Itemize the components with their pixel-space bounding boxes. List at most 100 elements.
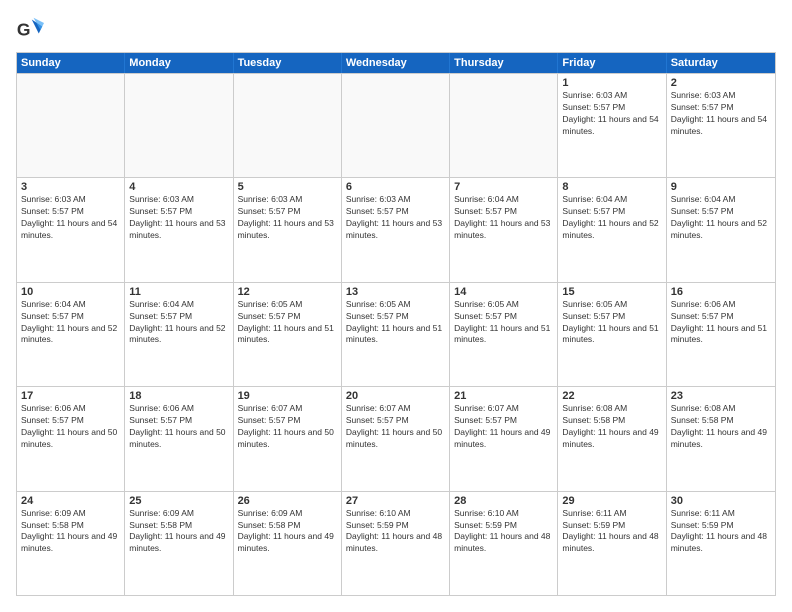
day-13: 13Sunrise: 6:05 AM Sunset: 5:57 PM Dayli… bbox=[342, 283, 450, 386]
day-info-13: Sunrise: 6:05 AM Sunset: 5:57 PM Dayligh… bbox=[346, 299, 445, 347]
day-number-15: 15 bbox=[562, 286, 661, 298]
day-number-25: 25 bbox=[129, 495, 228, 507]
day-number-10: 10 bbox=[21, 286, 120, 298]
day-8: 8Sunrise: 6:04 AM Sunset: 5:57 PM Daylig… bbox=[558, 178, 666, 281]
day-20: 20Sunrise: 6:07 AM Sunset: 5:57 PM Dayli… bbox=[342, 387, 450, 490]
day-number-2: 2 bbox=[671, 77, 771, 89]
day-info-14: Sunrise: 6:05 AM Sunset: 5:57 PM Dayligh… bbox=[454, 299, 553, 347]
header: G bbox=[16, 16, 776, 44]
day-number-30: 30 bbox=[671, 495, 771, 507]
day-17: 17Sunrise: 6:06 AM Sunset: 5:57 PM Dayli… bbox=[17, 387, 125, 490]
day-19: 19Sunrise: 6:07 AM Sunset: 5:57 PM Dayli… bbox=[234, 387, 342, 490]
day-info-7: Sunrise: 6:04 AM Sunset: 5:57 PM Dayligh… bbox=[454, 194, 553, 242]
day-info-10: Sunrise: 6:04 AM Sunset: 5:57 PM Dayligh… bbox=[21, 299, 120, 347]
day-info-3: Sunrise: 6:03 AM Sunset: 5:57 PM Dayligh… bbox=[21, 194, 120, 242]
day-1: 1Sunrise: 6:03 AM Sunset: 5:57 PM Daylig… bbox=[558, 74, 666, 177]
day-21: 21Sunrise: 6:07 AM Sunset: 5:57 PM Dayli… bbox=[450, 387, 558, 490]
day-24: 24Sunrise: 6:09 AM Sunset: 5:58 PM Dayli… bbox=[17, 492, 125, 595]
day-30: 30Sunrise: 6:11 AM Sunset: 5:59 PM Dayli… bbox=[667, 492, 775, 595]
day-27: 27Sunrise: 6:10 AM Sunset: 5:59 PM Dayli… bbox=[342, 492, 450, 595]
day-info-6: Sunrise: 6:03 AM Sunset: 5:57 PM Dayligh… bbox=[346, 194, 445, 242]
header-friday: Friday bbox=[558, 53, 666, 73]
day-29: 29Sunrise: 6:11 AM Sunset: 5:59 PM Dayli… bbox=[558, 492, 666, 595]
empty-cell-0-2 bbox=[234, 74, 342, 177]
day-number-7: 7 bbox=[454, 181, 553, 193]
day-info-18: Sunrise: 6:06 AM Sunset: 5:57 PM Dayligh… bbox=[129, 403, 228, 451]
calendar-header: SundayMondayTuesdayWednesdayThursdayFrid… bbox=[17, 53, 775, 73]
day-16: 16Sunrise: 6:06 AM Sunset: 5:57 PM Dayli… bbox=[667, 283, 775, 386]
day-number-12: 12 bbox=[238, 286, 337, 298]
day-number-16: 16 bbox=[671, 286, 771, 298]
header-saturday: Saturday bbox=[667, 53, 775, 73]
day-26: 26Sunrise: 6:09 AM Sunset: 5:58 PM Dayli… bbox=[234, 492, 342, 595]
day-info-28: Sunrise: 6:10 AM Sunset: 5:59 PM Dayligh… bbox=[454, 508, 553, 556]
day-15: 15Sunrise: 6:05 AM Sunset: 5:57 PM Dayli… bbox=[558, 283, 666, 386]
empty-cell-0-0 bbox=[17, 74, 125, 177]
day-number-6: 6 bbox=[346, 181, 445, 193]
calendar-body: 1Sunrise: 6:03 AM Sunset: 5:57 PM Daylig… bbox=[17, 73, 775, 595]
header-thursday: Thursday bbox=[450, 53, 558, 73]
day-info-5: Sunrise: 6:03 AM Sunset: 5:57 PM Dayligh… bbox=[238, 194, 337, 242]
day-info-12: Sunrise: 6:05 AM Sunset: 5:57 PM Dayligh… bbox=[238, 299, 337, 347]
day-info-22: Sunrise: 6:08 AM Sunset: 5:58 PM Dayligh… bbox=[562, 403, 661, 451]
week-row-0: 1Sunrise: 6:03 AM Sunset: 5:57 PM Daylig… bbox=[17, 73, 775, 177]
page: G SundayMondayTuesdayWednesdayThursdayFr… bbox=[0, 0, 792, 612]
day-number-11: 11 bbox=[129, 286, 228, 298]
day-number-17: 17 bbox=[21, 390, 120, 402]
day-info-21: Sunrise: 6:07 AM Sunset: 5:57 PM Dayligh… bbox=[454, 403, 553, 451]
day-number-3: 3 bbox=[21, 181, 120, 193]
week-row-2: 10Sunrise: 6:04 AM Sunset: 5:57 PM Dayli… bbox=[17, 282, 775, 386]
day-number-9: 9 bbox=[671, 181, 771, 193]
logo: G bbox=[16, 16, 46, 44]
day-28: 28Sunrise: 6:10 AM Sunset: 5:59 PM Dayli… bbox=[450, 492, 558, 595]
empty-cell-0-3 bbox=[342, 74, 450, 177]
header-monday: Monday bbox=[125, 53, 233, 73]
day-info-2: Sunrise: 6:03 AM Sunset: 5:57 PM Dayligh… bbox=[671, 90, 771, 138]
day-info-24: Sunrise: 6:09 AM Sunset: 5:58 PM Dayligh… bbox=[21, 508, 120, 556]
day-number-20: 20 bbox=[346, 390, 445, 402]
day-number-18: 18 bbox=[129, 390, 228, 402]
day-number-1: 1 bbox=[562, 77, 661, 89]
day-4: 4Sunrise: 6:03 AM Sunset: 5:57 PM Daylig… bbox=[125, 178, 233, 281]
day-info-30: Sunrise: 6:11 AM Sunset: 5:59 PM Dayligh… bbox=[671, 508, 771, 556]
day-info-27: Sunrise: 6:10 AM Sunset: 5:59 PM Dayligh… bbox=[346, 508, 445, 556]
day-number-26: 26 bbox=[238, 495, 337, 507]
day-info-16: Sunrise: 6:06 AM Sunset: 5:57 PM Dayligh… bbox=[671, 299, 771, 347]
day-info-15: Sunrise: 6:05 AM Sunset: 5:57 PM Dayligh… bbox=[562, 299, 661, 347]
day-6: 6Sunrise: 6:03 AM Sunset: 5:57 PM Daylig… bbox=[342, 178, 450, 281]
day-info-29: Sunrise: 6:11 AM Sunset: 5:59 PM Dayligh… bbox=[562, 508, 661, 556]
day-2: 2Sunrise: 6:03 AM Sunset: 5:57 PM Daylig… bbox=[667, 74, 775, 177]
day-number-5: 5 bbox=[238, 181, 337, 193]
day-number-24: 24 bbox=[21, 495, 120, 507]
day-number-27: 27 bbox=[346, 495, 445, 507]
day-info-20: Sunrise: 6:07 AM Sunset: 5:57 PM Dayligh… bbox=[346, 403, 445, 451]
day-22: 22Sunrise: 6:08 AM Sunset: 5:58 PM Dayli… bbox=[558, 387, 666, 490]
day-14: 14Sunrise: 6:05 AM Sunset: 5:57 PM Dayli… bbox=[450, 283, 558, 386]
empty-cell-0-1 bbox=[125, 74, 233, 177]
day-number-28: 28 bbox=[454, 495, 553, 507]
day-number-14: 14 bbox=[454, 286, 553, 298]
day-23: 23Sunrise: 6:08 AM Sunset: 5:58 PM Dayli… bbox=[667, 387, 775, 490]
week-row-4: 24Sunrise: 6:09 AM Sunset: 5:58 PM Dayli… bbox=[17, 491, 775, 595]
day-12: 12Sunrise: 6:05 AM Sunset: 5:57 PM Dayli… bbox=[234, 283, 342, 386]
week-row-3: 17Sunrise: 6:06 AM Sunset: 5:57 PM Dayli… bbox=[17, 386, 775, 490]
day-info-26: Sunrise: 6:09 AM Sunset: 5:58 PM Dayligh… bbox=[238, 508, 337, 556]
header-sunday: Sunday bbox=[17, 53, 125, 73]
day-number-29: 29 bbox=[562, 495, 661, 507]
day-info-9: Sunrise: 6:04 AM Sunset: 5:57 PM Dayligh… bbox=[671, 194, 771, 242]
empty-cell-0-4 bbox=[450, 74, 558, 177]
day-info-25: Sunrise: 6:09 AM Sunset: 5:58 PM Dayligh… bbox=[129, 508, 228, 556]
day-number-19: 19 bbox=[238, 390, 337, 402]
logo-icon: G bbox=[16, 16, 44, 44]
day-info-1: Sunrise: 6:03 AM Sunset: 5:57 PM Dayligh… bbox=[562, 90, 661, 138]
svg-text:G: G bbox=[17, 19, 31, 39]
day-number-21: 21 bbox=[454, 390, 553, 402]
day-info-8: Sunrise: 6:04 AM Sunset: 5:57 PM Dayligh… bbox=[562, 194, 661, 242]
day-info-17: Sunrise: 6:06 AM Sunset: 5:57 PM Dayligh… bbox=[21, 403, 120, 451]
day-7: 7Sunrise: 6:04 AM Sunset: 5:57 PM Daylig… bbox=[450, 178, 558, 281]
day-info-4: Sunrise: 6:03 AM Sunset: 5:57 PM Dayligh… bbox=[129, 194, 228, 242]
day-number-4: 4 bbox=[129, 181, 228, 193]
day-9: 9Sunrise: 6:04 AM Sunset: 5:57 PM Daylig… bbox=[667, 178, 775, 281]
day-number-8: 8 bbox=[562, 181, 661, 193]
day-info-11: Sunrise: 6:04 AM Sunset: 5:57 PM Dayligh… bbox=[129, 299, 228, 347]
